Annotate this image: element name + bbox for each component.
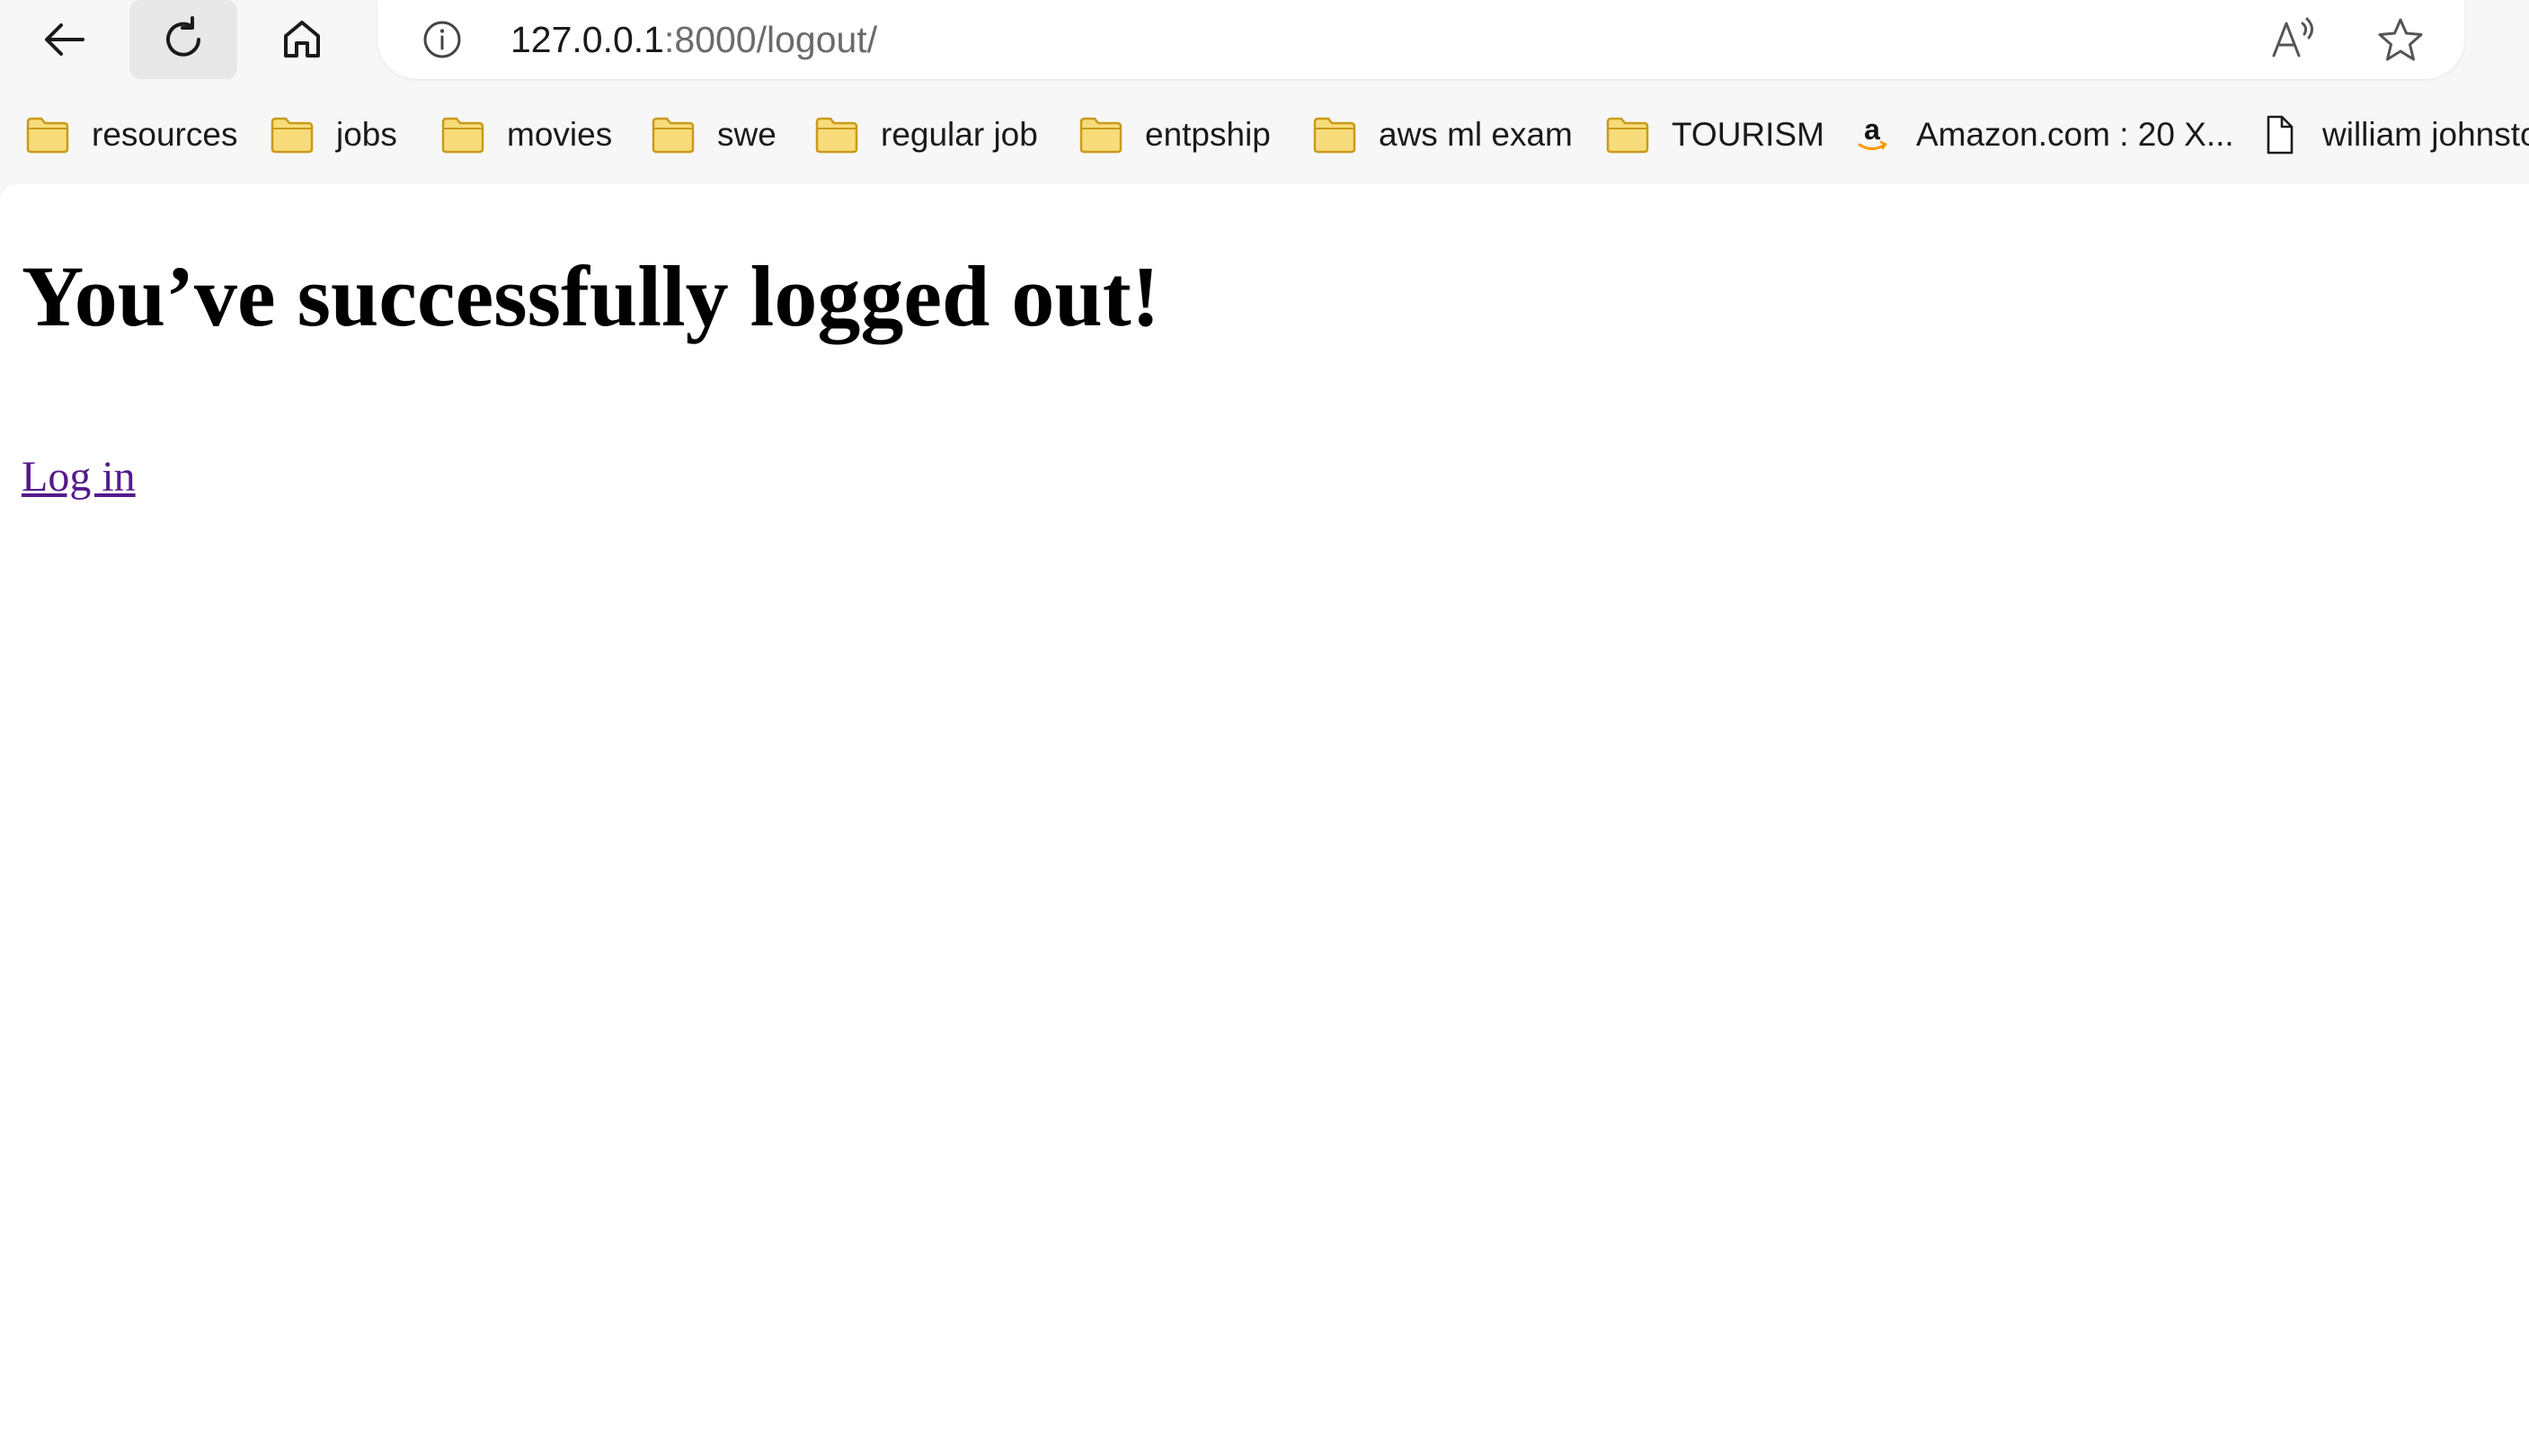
refresh-icon: [166, 16, 200, 57]
bookmark-label: entpship: [1145, 116, 1271, 153]
url-host: 127.0.0.1: [510, 19, 664, 60]
address-bar[interactable]: 127.0.0.1:8000/logout/: [377, 0, 2464, 79]
info-icon[interactable]: [422, 20, 462, 59]
folder-icon: [271, 117, 314, 154]
bookmark-label: swe: [717, 116, 776, 153]
bookmark-movies[interactable]: movies: [440, 97, 612, 173]
bookmark-label: Amazon.com : 20 X...: [1916, 116, 2234, 153]
bookmark-jobs[interactable]: jobs: [270, 97, 397, 173]
read-aloud-icon[interactable]: [2268, 16, 2319, 63]
folder-icon: [815, 117, 858, 154]
bookmark-label: william johnsto: [2322, 116, 2529, 153]
bookmark-label: movies: [507, 116, 613, 153]
page-title: You’ve successfully logged out!: [22, 248, 1160, 344]
svg-text:a: a: [1864, 115, 1880, 146]
bookmark-label: jobs: [336, 116, 397, 153]
browser-chrome: 127.0.0.1:8000/logout/ resources jobs mo…: [0, 0, 2529, 184]
url-path: :8000/logout/: [664, 19, 878, 60]
folder-icon: [1313, 117, 1356, 154]
bookmark-aws-ml-exam[interactable]: aws ml exam: [1312, 97, 1573, 173]
bookmark-resources[interactable]: resources: [25, 97, 237, 173]
folder-icon: [441, 117, 484, 154]
star-icon[interactable]: [2376, 16, 2425, 63]
bookmark-label: TOURISM: [1672, 116, 1824, 153]
home-button[interactable]: [248, 0, 356, 79]
back-arrow-icon: [45, 23, 84, 56]
window-edge: [2516, 16, 2529, 61]
bookmark-label: aws ml exam: [1379, 116, 1573, 153]
bookmark-entpship[interactable]: entpship: [1078, 97, 1271, 173]
bookmark-label: regular job: [881, 116, 1038, 153]
folder-icon: [1079, 117, 1123, 154]
back-button[interactable]: [11, 0, 119, 79]
bookmarks-bar: resources jobs movies swe regular job en…: [0, 97, 2529, 173]
folder-icon: [652, 117, 695, 154]
document-icon: [2267, 115, 2294, 155]
bookmark-regular-job[interactable]: regular job: [814, 97, 1038, 173]
bookmark-tourism[interactable]: TOURISM: [1605, 97, 1824, 173]
page-viewport: You’ve successfully logged out! Log in: [0, 184, 2529, 1456]
bookmark-swe[interactable]: swe: [651, 97, 776, 173]
url-text[interactable]: 127.0.0.1:8000/logout/: [510, 13, 877, 67]
home-icon: [284, 21, 320, 58]
folder-icon: [26, 117, 69, 154]
bookmark-william-johnsto[interactable]: william johnsto: [2256, 97, 2529, 173]
refresh-button[interactable]: [129, 0, 237, 79]
amazon-icon: a: [1858, 115, 1887, 150]
login-link[interactable]: Log in: [22, 445, 136, 510]
bookmark-label: resources: [92, 116, 238, 153]
bookmark-amazon[interactable]: a Amazon.com : 20 X...: [1850, 97, 2234, 173]
folder-icon: [1606, 117, 1649, 154]
